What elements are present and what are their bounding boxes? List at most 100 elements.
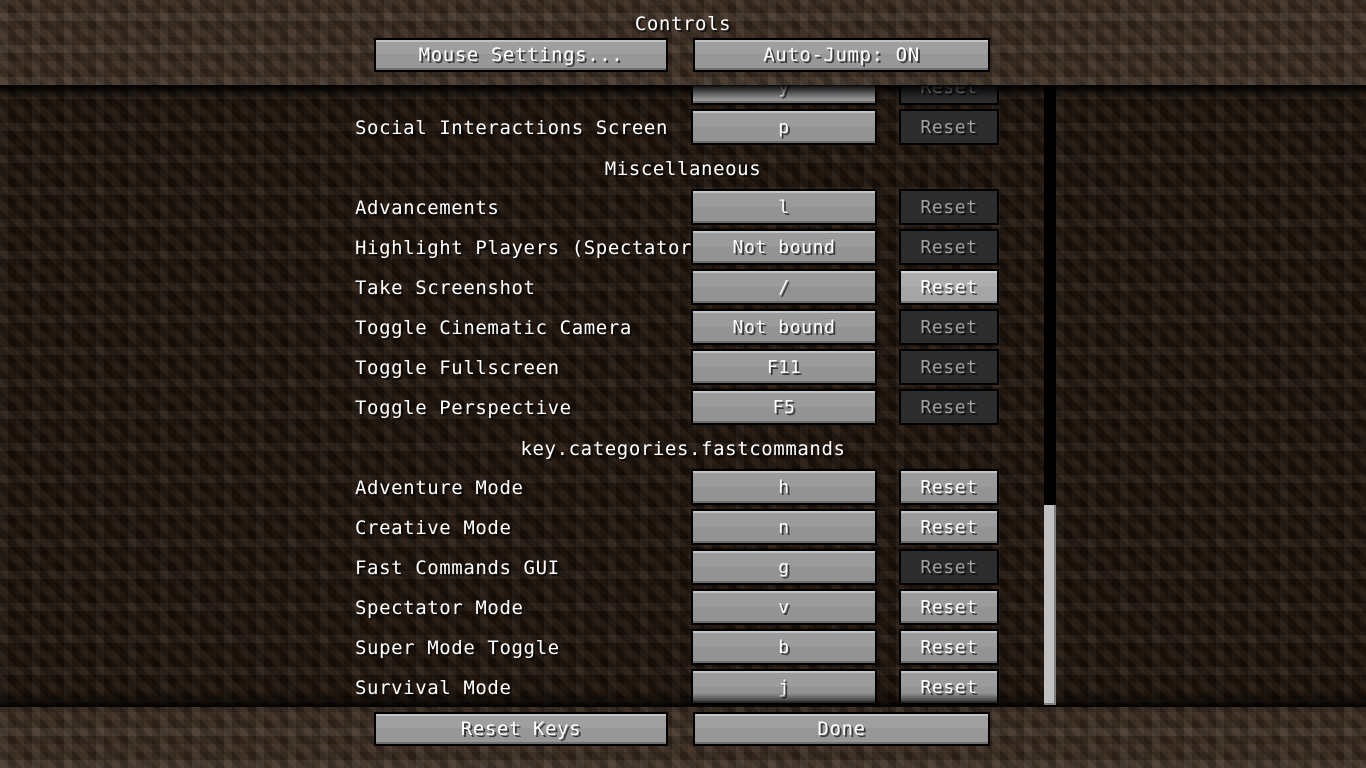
keybind-button-social-interactions-screen[interactable]: p	[691, 109, 877, 145]
mouse-settings-button[interactable]: Mouse Settings...	[374, 38, 668, 72]
reset-button-label: Reset	[920, 276, 978, 298]
keybind-name-spectator-mode: Spectator Mode	[355, 597, 524, 619]
keybind-value: F5	[772, 396, 796, 418]
keybind-name-survival-mode: Survival Mode	[355, 677, 512, 699]
reset-button-label: Reset	[920, 236, 978, 258]
table-row: Take Screenshot / Reset	[0, 267, 1366, 307]
reset-button-label: Reset	[920, 676, 978, 698]
reset-button-label: Reset	[920, 85, 978, 98]
reset-button-highlight-players-spectators: Reset	[899, 229, 999, 265]
reset-button-label: Reset	[920, 476, 978, 498]
table-row: Advancements l Reset	[0, 187, 1366, 227]
reset-button-adventure-mode[interactable]: Reset	[899, 469, 999, 505]
keybind-value: b	[778, 636, 790, 658]
auto-jump-label: Auto-Jump: ON	[763, 44, 920, 66]
keybind-name-fast-commands-gui: Fast Commands GUI	[355, 557, 560, 579]
category-header-label: key.categories.fastcommands	[520, 438, 846, 460]
table-row: Toggle Perspective F5 Reset	[0, 387, 1366, 427]
table-row: Survival Mode j Reset	[0, 667, 1366, 707]
keybind-name-creative-mode: Creative Mode	[355, 517, 512, 539]
table-row: Adventure Mode h Reset	[0, 467, 1366, 507]
keybind-name-highlight-players-spectators: Highlight Players (Spectators)	[355, 237, 717, 259]
done-label: Done	[817, 718, 866, 740]
reset-button-creative-mode[interactable]: Reset	[899, 509, 999, 545]
table-row: Creative Mode n Reset	[0, 507, 1366, 547]
keybind-value: p	[778, 116, 790, 138]
reset-button-fast-commands-gui: Reset	[899, 549, 999, 585]
keybind-value: Not bound	[732, 316, 836, 338]
scrollbar-thumb[interactable]	[1044, 505, 1056, 705]
keybind-value: y	[778, 85, 790, 98]
reset-button-label: Reset	[920, 116, 978, 138]
keybind-button-clipped[interactable]: y	[691, 85, 877, 105]
table-row: Super Mode Toggle b Reset	[0, 627, 1366, 667]
category-header-label: Miscellaneous	[604, 158, 762, 180]
reset-keys-button[interactable]: Reset Keys	[374, 712, 668, 746]
reset-button-toggle-cinematic-camera: Reset	[899, 309, 999, 345]
keybind-button-creative-mode[interactable]: n	[691, 509, 877, 545]
reset-button-super-mode-toggle[interactable]: Reset	[899, 629, 999, 665]
done-button[interactable]: Done	[693, 712, 990, 746]
keybind-button-spectator-mode[interactable]: v	[691, 589, 877, 625]
reset-button-label: Reset	[920, 596, 978, 618]
table-row: Highlight Players (Spectators) Not bound R…	[0, 227, 1366, 267]
keybind-name-toggle-fullscreen: Toggle Fullscreen	[355, 357, 560, 379]
reset-button-label: Reset	[920, 396, 978, 418]
reset-button-clipped: Reset	[899, 85, 999, 105]
reset-button-label: Reset	[920, 356, 978, 378]
category-header-fastcommands: key.categories.fastcommands	[0, 427, 1366, 467]
keybinds-scroll-pane[interactable]: y Reset Social Interactions Screen p Reset Mi…	[0, 85, 1366, 707]
reset-button-label: Reset	[920, 316, 978, 338]
keybind-name-adventure-mode: Adventure Mode	[355, 477, 524, 499]
category-header-miscellaneous: Miscellaneous	[0, 147, 1366, 187]
keybind-button-advancements[interactable]: l	[691, 189, 877, 225]
auto-jump-toggle-button[interactable]: Auto-Jump: ON	[693, 38, 990, 72]
keybind-button-highlight-players-spectators[interactable]: Not bound	[691, 229, 877, 265]
footer-background	[0, 707, 1366, 768]
reset-button-label: Reset	[920, 196, 978, 218]
page-title: Controls	[634, 13, 732, 35]
keybind-value: j	[778, 676, 790, 698]
keybind-name-social-interactions-screen: Social Interactions Screen	[355, 117, 669, 139]
keybind-name-toggle-cinematic-camera: Toggle Cinematic Camera	[355, 317, 632, 339]
keybind-button-toggle-perspective[interactable]: F5	[691, 389, 877, 425]
keybind-value: v	[778, 596, 790, 618]
keybind-button-toggle-cinematic-camera[interactable]: Not bound	[691, 309, 877, 345]
keybind-value: n	[778, 516, 790, 538]
keybind-value: Not bound	[732, 236, 836, 258]
keybind-name-super-mode-toggle: Super Mode Toggle	[355, 637, 560, 659]
table-row: Spectator Mode v Reset	[0, 587, 1366, 627]
keybind-button-take-screenshot[interactable]: /	[691, 269, 877, 305]
reset-button-toggle-perspective: Reset	[899, 389, 999, 425]
keybind-value: l	[778, 196, 790, 218]
keybind-value: g	[778, 556, 790, 578]
keybind-button-fast-commands-gui[interactable]: g	[691, 549, 877, 585]
reset-button-label: Reset	[920, 556, 978, 578]
table-row: Fast Commands GUI g Reset	[0, 547, 1366, 587]
reset-button-advancements: Reset	[899, 189, 999, 225]
keybind-button-adventure-mode[interactable]: h	[691, 469, 877, 505]
keybind-name-advancements: Advancements	[355, 197, 500, 219]
table-row-clipped: y Reset	[0, 85, 1366, 107]
reset-button-toggle-fullscreen: Reset	[899, 349, 999, 385]
keybind-name-toggle-perspective: Toggle Perspective	[355, 397, 572, 419]
reset-button-spectator-mode[interactable]: Reset	[899, 589, 999, 625]
table-row: Toggle Fullscreen F11 Reset	[0, 347, 1366, 387]
mouse-settings-label: Mouse Settings...	[418, 44, 624, 66]
reset-button-take-screenshot[interactable]: Reset	[899, 269, 999, 305]
reset-button-label: Reset	[920, 636, 978, 658]
reset-keys-label: Reset Keys	[460, 718, 582, 740]
table-row: Toggle Cinematic Camera Not bound Reset	[0, 307, 1366, 347]
reset-button-label: Reset	[920, 516, 978, 538]
reset-button-social-interactions-screen: Reset	[899, 109, 999, 145]
table-row: Social Interactions Screen p Reset	[0, 107, 1366, 147]
reset-button-survival-mode[interactable]: Reset	[899, 669, 999, 705]
keybind-name-take-screenshot: Take Screenshot	[355, 277, 536, 299]
keybind-button-toggle-fullscreen[interactable]: F11	[691, 349, 877, 385]
keybind-value: F11	[766, 356, 802, 378]
keybind-button-survival-mode[interactable]: j	[691, 669, 877, 705]
keybinds-list: y Reset Social Interactions Screen p Reset Mi…	[0, 85, 1366, 707]
keybind-value: /	[778, 276, 790, 298]
keybind-button-super-mode-toggle[interactable]: b	[691, 629, 877, 665]
keybind-value: h	[778, 476, 790, 498]
